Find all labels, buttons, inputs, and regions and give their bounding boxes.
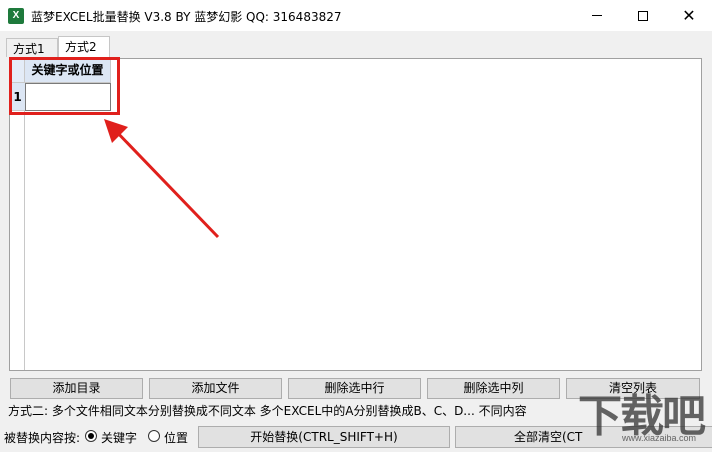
tab-mode-2[interactable]: 方式2 — [58, 36, 110, 58]
radio-keyword[interactable] — [85, 430, 97, 442]
radio-selected-dot — [88, 433, 94, 439]
replace-by-label: 被替换内容按: — [4, 431, 81, 445]
radio-position-label[interactable]: 位置 — [164, 429, 188, 446]
title-bar: X 蓝梦EXCEL批量替换 V3.8 BY 蓝梦幻影 QQ: 316483827… — [0, 0, 712, 31]
minimize-button[interactable] — [574, 0, 620, 31]
close-button[interactable]: ✕ — [666, 0, 712, 31]
maximize-icon — [638, 10, 648, 21]
add-folder-button[interactable]: 添加目录 — [10, 378, 143, 399]
watermark: 下载吧 www.xiazaiba.com — [578, 393, 712, 448]
annotation-highlight-box — [9, 57, 120, 115]
maximize-button[interactable] — [620, 0, 666, 31]
annotation-arrow — [104, 119, 220, 239]
tab-mode-1[interactable]: 方式1 — [6, 38, 58, 58]
close-icon: ✕ — [682, 6, 696, 25]
start-replace-button[interactable]: 开始替换(CTRL_SHIFT+H) — [198, 426, 450, 448]
add-file-button[interactable]: 添加文件 — [149, 378, 282, 399]
radio-keyword-label[interactable]: 关键字 — [101, 429, 137, 446]
radio-position[interactable] — [148, 430, 160, 442]
minimize-icon — [592, 15, 602, 16]
excel-app-icon: X — [8, 8, 24, 24]
mode-description: 方式二: 多个文件相同文本分别替换成不同文本 多个EXCEL中的A分别替换成B、… — [8, 404, 527, 418]
window-title: 蓝梦EXCEL批量替换 V3.8 BY 蓝梦幻影 QQ: 316483827 — [31, 10, 342, 24]
delete-column-button[interactable]: 删除选中列 — [427, 378, 560, 399]
delete-row-button[interactable]: 删除选中行 — [288, 378, 421, 399]
watermark-url: www.xiazaiba.com — [622, 433, 697, 443]
